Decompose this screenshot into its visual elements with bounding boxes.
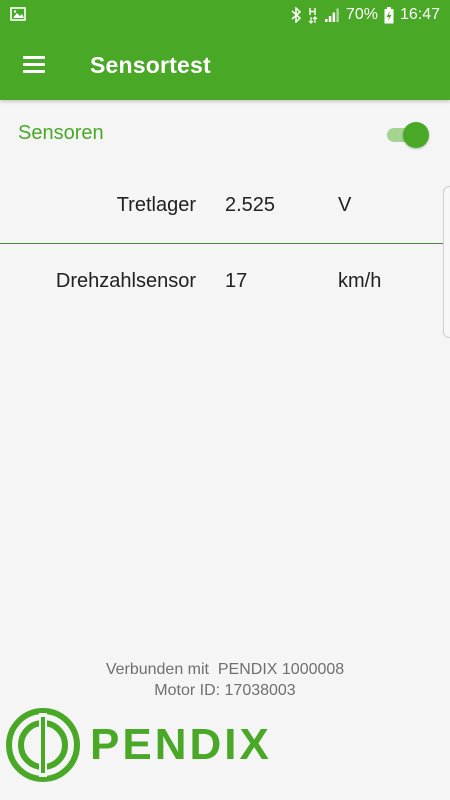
hamburger-menu-icon[interactable] <box>20 52 50 78</box>
sensor-unit: V <box>338 194 352 216</box>
battery-percent: 70% <box>345 6 378 23</box>
section-title: Sensoren <box>18 122 104 144</box>
sensor-value: 2.525 <box>225 194 276 216</box>
battery-charging-icon <box>384 6 394 23</box>
signal-icon <box>324 8 339 22</box>
sensors-toggle[interactable] <box>385 122 429 148</box>
sensor-value: 17 <box>225 270 248 292</box>
sensor-name: Tretlager <box>116 194 196 216</box>
sensor-unit: km/h <box>338 270 382 292</box>
connection-text: Verbunden mit PENDIX 1000008 <box>105 661 345 678</box>
connection-status: Verbunden mit PENDIX 1000008 <box>0 661 450 679</box>
network-h-icon <box>308 8 318 24</box>
status-icons: 70% 16:47 <box>290 0 440 30</box>
page-title: Sensortest <box>90 52 211 78</box>
clock: 16:47 <box>399 6 440 23</box>
toggle-knob <box>403 122 429 148</box>
sensor-row-tretlager: Tretlager 2.525 V <box>0 186 450 226</box>
bluetooth-icon <box>291 7 302 23</box>
pendix-logo-icon <box>6 708 80 782</box>
pendix-logo-text: PENDIX <box>90 720 272 769</box>
motor-id: Motor ID: 17038003 <box>0 682 450 700</box>
scrollbar[interactable] <box>443 186 450 338</box>
sensor-name: Drehzahlsensor <box>55 270 196 292</box>
sensor-row-drehzahlsensor: Drehzahlsensor 17 km/h <box>0 262 450 302</box>
row-divider <box>0 243 450 244</box>
motor-id-text: Motor ID: 17038003 <box>154 682 296 699</box>
status-bar: 70% 16:47 <box>0 0 450 30</box>
app-bar: Sensortest <box>0 30 450 100</box>
gallery-icon <box>10 7 26 21</box>
